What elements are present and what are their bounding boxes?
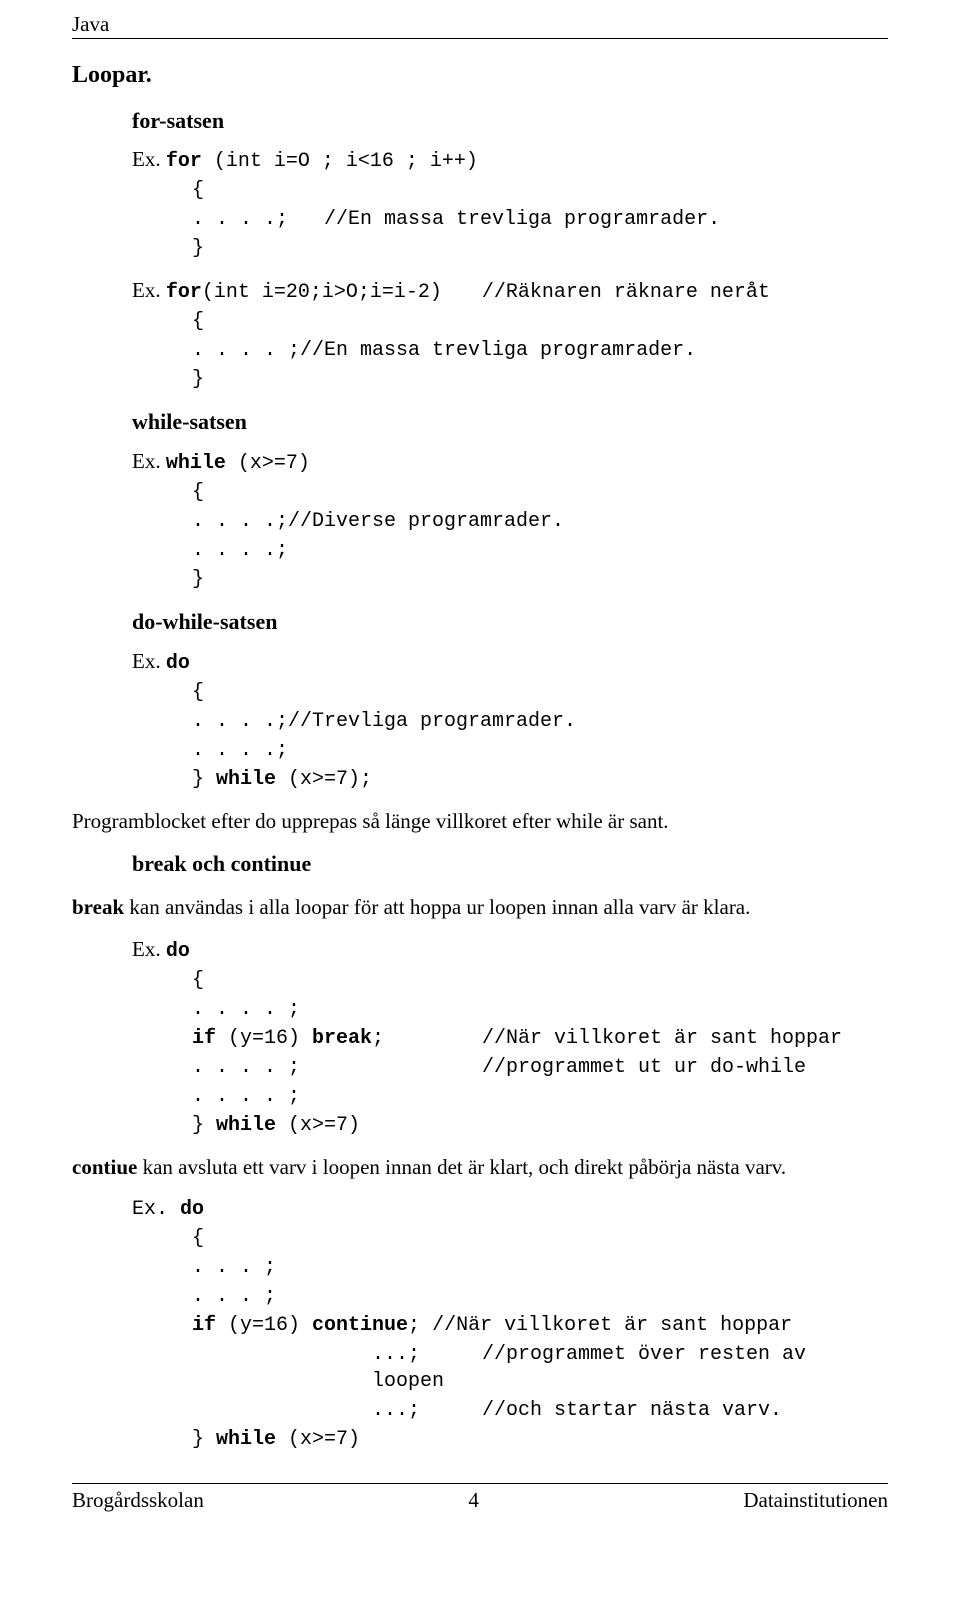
ex-label: Ex.: [132, 649, 166, 673]
brace-close: }: [192, 235, 888, 262]
code-text: (x>=7): [276, 1114, 360, 1137]
para-dowhile: Programblocket efter do upprepas så läng…: [72, 807, 888, 835]
kw-break: break: [72, 895, 124, 919]
heading-for: for-satsen: [132, 106, 888, 136]
heading-breakcont: break och continue: [132, 849, 888, 879]
code-continue-ex: Ex. do { . . . ; . . . ; if (y=16) conti…: [132, 1196, 888, 1453]
comment: //När villkoret är sant hoppar: [432, 1314, 792, 1337]
brace-close: }: [192, 1114, 216, 1137]
code-text: (x>=7): [226, 452, 310, 475]
code-text: (y=16): [216, 1314, 312, 1337]
kw-while: while: [216, 768, 276, 791]
code-text: . . . .;: [192, 737, 888, 764]
para-break: break kan användas i alla loopar för att…: [72, 893, 888, 921]
kw-continue: contiue: [72, 1155, 137, 1179]
kw-do: do: [166, 940, 190, 963]
ex-label: Ex.: [132, 147, 166, 171]
para-text: kan avsluta ett varv i loopen innan det …: [137, 1155, 786, 1179]
comment: //och startar nästa varv.: [482, 1399, 782, 1422]
code-text: . . . . ;: [192, 996, 888, 1023]
kw-for: for: [166, 150, 202, 173]
para-continue: contiue kan avsluta ett varv i loopen in…: [72, 1153, 888, 1181]
brace-open: {: [192, 308, 888, 335]
code-text: . . . .;: [192, 206, 312, 233]
doc-title: Java: [72, 12, 109, 36]
footer-left: Brogårdsskolan: [72, 1486, 204, 1514]
comment: //När villkoret är sant hoppar: [482, 1027, 842, 1050]
comment: //Räknaren räknare neråt: [482, 281, 770, 304]
heading-dowhile: do-while-satsen: [132, 607, 888, 637]
para-text: kan användas i alla loopar för att hoppa…: [124, 895, 750, 919]
code-text: . . . . ;: [192, 1054, 482, 1081]
footer-center: 4: [468, 1486, 479, 1514]
ex-label: Ex.: [132, 278, 166, 302]
brace-open: {: [192, 967, 888, 994]
code-text: . . . . ;: [192, 1083, 888, 1110]
kw-if: if: [192, 1314, 216, 1337]
code-text: . . . .;//Trevliga programrader.: [192, 708, 888, 735]
heading-loopar: Loopar.: [72, 59, 888, 91]
heading-while: while-satsen: [132, 407, 888, 437]
code-text: . . . . ;//En massa trevliga programrade…: [192, 337, 888, 364]
code-text: . . . .;: [192, 537, 888, 564]
code-text: ...;: [372, 1341, 482, 1368]
brace-close: }: [192, 1428, 216, 1451]
code-text: (y=16): [216, 1027, 312, 1050]
kw-for: for: [166, 281, 202, 304]
code-while-ex: Ex. while (x>=7) { . . . .;//Diverse pro…: [132, 447, 888, 593]
ex-label: Ex.: [132, 937, 166, 961]
brace-close: }: [192, 768, 216, 791]
page-footer: Brogårdsskolan 4 Datainstitutionen: [72, 1483, 888, 1534]
kw-while: while: [166, 452, 226, 475]
kw-do: do: [166, 652, 190, 675]
code-text: . . . ;: [192, 1254, 888, 1281]
code-text: . . . ;: [192, 1283, 888, 1310]
code-for-ex2: Ex. for (int i=20;i>O;i=i-2)//Räknaren r…: [132, 276, 888, 393]
comment: //En massa trevliga programrader.: [324, 208, 720, 231]
brace-open: {: [192, 177, 888, 204]
code-text: ...;: [372, 1397, 482, 1424]
brace-close: }: [192, 366, 888, 393]
kw-continue: continue: [312, 1314, 408, 1337]
code-text: (int i=20;i>O;i=i-2): [202, 279, 482, 306]
code-break-ex: Ex. do { . . . . ; if (y=16) break; //När…: [132, 935, 888, 1139]
kw-do: do: [168, 1198, 204, 1221]
kw-while: while: [216, 1428, 276, 1451]
ex-label: Ex.: [132, 449, 166, 473]
kw-break: break: [312, 1027, 372, 1050]
page-header: Java: [72, 0, 888, 39]
code-text: (int i=O ; i<16 ; i++): [202, 150, 478, 173]
brace-close: }: [192, 566, 888, 593]
footer-right: Datainstitutionen: [743, 1486, 888, 1514]
semicolon: ;: [408, 1314, 420, 1337]
brace-open: {: [192, 479, 888, 506]
brace-open: {: [192, 679, 888, 706]
code-text: (x>=7): [276, 1428, 360, 1451]
semicolon: ;: [372, 1027, 384, 1050]
code-for-ex1: Ex. for (int i=O ; i<16 ; i++) { . . . .…: [132, 145, 888, 262]
comment: //programmet ut ur do-while: [482, 1056, 806, 1079]
brace-open: {: [192, 1225, 888, 1252]
kw-while: while: [216, 1114, 276, 1137]
kw-if: if: [192, 1027, 216, 1050]
code-text: . . . .;//Diverse programrader.: [192, 508, 888, 535]
ex-label: Ex.: [132, 1198, 168, 1221]
code-text: (x>=7);: [276, 768, 372, 791]
code-dowhile-ex: Ex. do { . . . .;//Trevliga programrader…: [132, 647, 888, 793]
